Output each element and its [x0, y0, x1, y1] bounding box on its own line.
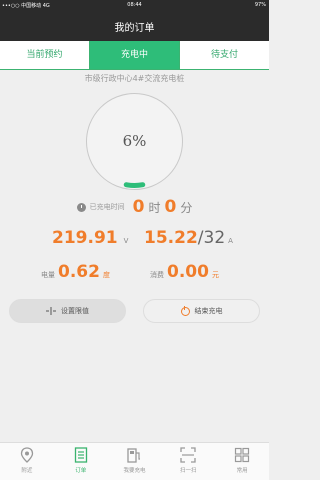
energy-value: 0.62 — [58, 262, 100, 282]
order-tabs: 当前预约 充电中 待支付 — [0, 41, 269, 70]
location-pin-icon — [20, 447, 34, 463]
power-icon — [180, 305, 190, 316]
charge-duration: 已充电时间 0 时 0 分 — [0, 196, 269, 218]
tab-current-reservation[interactable]: 当前预约 — [0, 41, 89, 69]
tabbar-item-nearby[interactable]: 附近 — [0, 443, 54, 480]
tabbar-label-scan: 扫一扫 — [180, 468, 197, 474]
cost-label: 消费 — [150, 271, 164, 279]
status-bar: •••○○ 中国移动 4G 08:44 97% — [0, 0, 269, 10]
tabbar-item-scan[interactable]: 扫一扫 — [161, 443, 215, 480]
clock-label: 08:44 — [127, 2, 142, 8]
duration-hours-unit: 时 — [148, 200, 161, 215]
charge-progress-ring: 6% — [86, 93, 183, 190]
progress-percent: 6% — [122, 132, 147, 150]
tabbar-item-favorites[interactable]: 常用 — [215, 443, 269, 480]
stop-charging-label: 结束充电 — [194, 307, 223, 315]
tabbar-label-nearby: 附近 — [21, 468, 33, 474]
energy-readout: 电量 0.62 度 — [41, 262, 110, 282]
battery-label: 97% — [254, 2, 266, 8]
current-value: 15.22 — [144, 228, 198, 248]
voltage-value: 219.91 — [52, 228, 118, 248]
order-list-icon — [74, 447, 87, 463]
station-name: 市级行政中心4#交流充电桩 — [84, 74, 185, 83]
set-limit-label: 设置限值 — [61, 307, 89, 315]
adjust-icon — [46, 307, 56, 315]
clock-icon — [76, 202, 86, 212]
current-unit: A — [228, 237, 233, 245]
tabbar-item-orders[interactable]: 订单 — [54, 443, 108, 480]
stop-charging-button[interactable]: 结束充电 — [143, 299, 260, 323]
duration-minutes-unit: 分 — [180, 200, 193, 215]
tabbar-label-charge: 我要充电 — [123, 468, 146, 474]
tab-pending-payment[interactable]: 待支付 — [180, 41, 269, 69]
cost-readout: 消费 0.00 元 — [150, 262, 219, 282]
charging-station-icon — [127, 448, 141, 463]
voltage-unit: V — [123, 237, 129, 245]
duration-hours: 0 — [132, 197, 145, 217]
energy-label: 电量 — [41, 271, 55, 279]
grid-icon — [234, 447, 250, 463]
page-title: 我的订单 — [114, 23, 155, 34]
progress-arc-fill — [123, 182, 146, 188]
bottom-tab-bar: 附近 订单 我要充电 扫一扫 常用 — [0, 442, 269, 480]
duration-label: 已充电时间 — [89, 203, 125, 211]
energy-unit: 度 — [102, 271, 110, 279]
cost-value: 0.00 — [167, 262, 209, 282]
set-limit-button[interactable]: 设置限值 — [9, 299, 126, 323]
tabbar-label-favorites: 常用 — [236, 468, 248, 474]
tabbar-label-orders: 订单 — [75, 468, 87, 474]
current-readout: 15.22 /32 A — [144, 228, 233, 250]
tab-charging[interactable]: 充电中 — [90, 41, 179, 69]
nav-bar: 我的订单 — [0, 10, 269, 41]
duration-minutes: 0 — [164, 197, 177, 217]
tabbar-item-charge[interactable]: 我要充电 — [108, 443, 162, 480]
cost-unit: 元 — [211, 271, 219, 279]
voltage-readout: 219.91 V — [52, 228, 128, 250]
current-max: /32 — [197, 228, 226, 248]
scan-icon — [180, 447, 196, 463]
